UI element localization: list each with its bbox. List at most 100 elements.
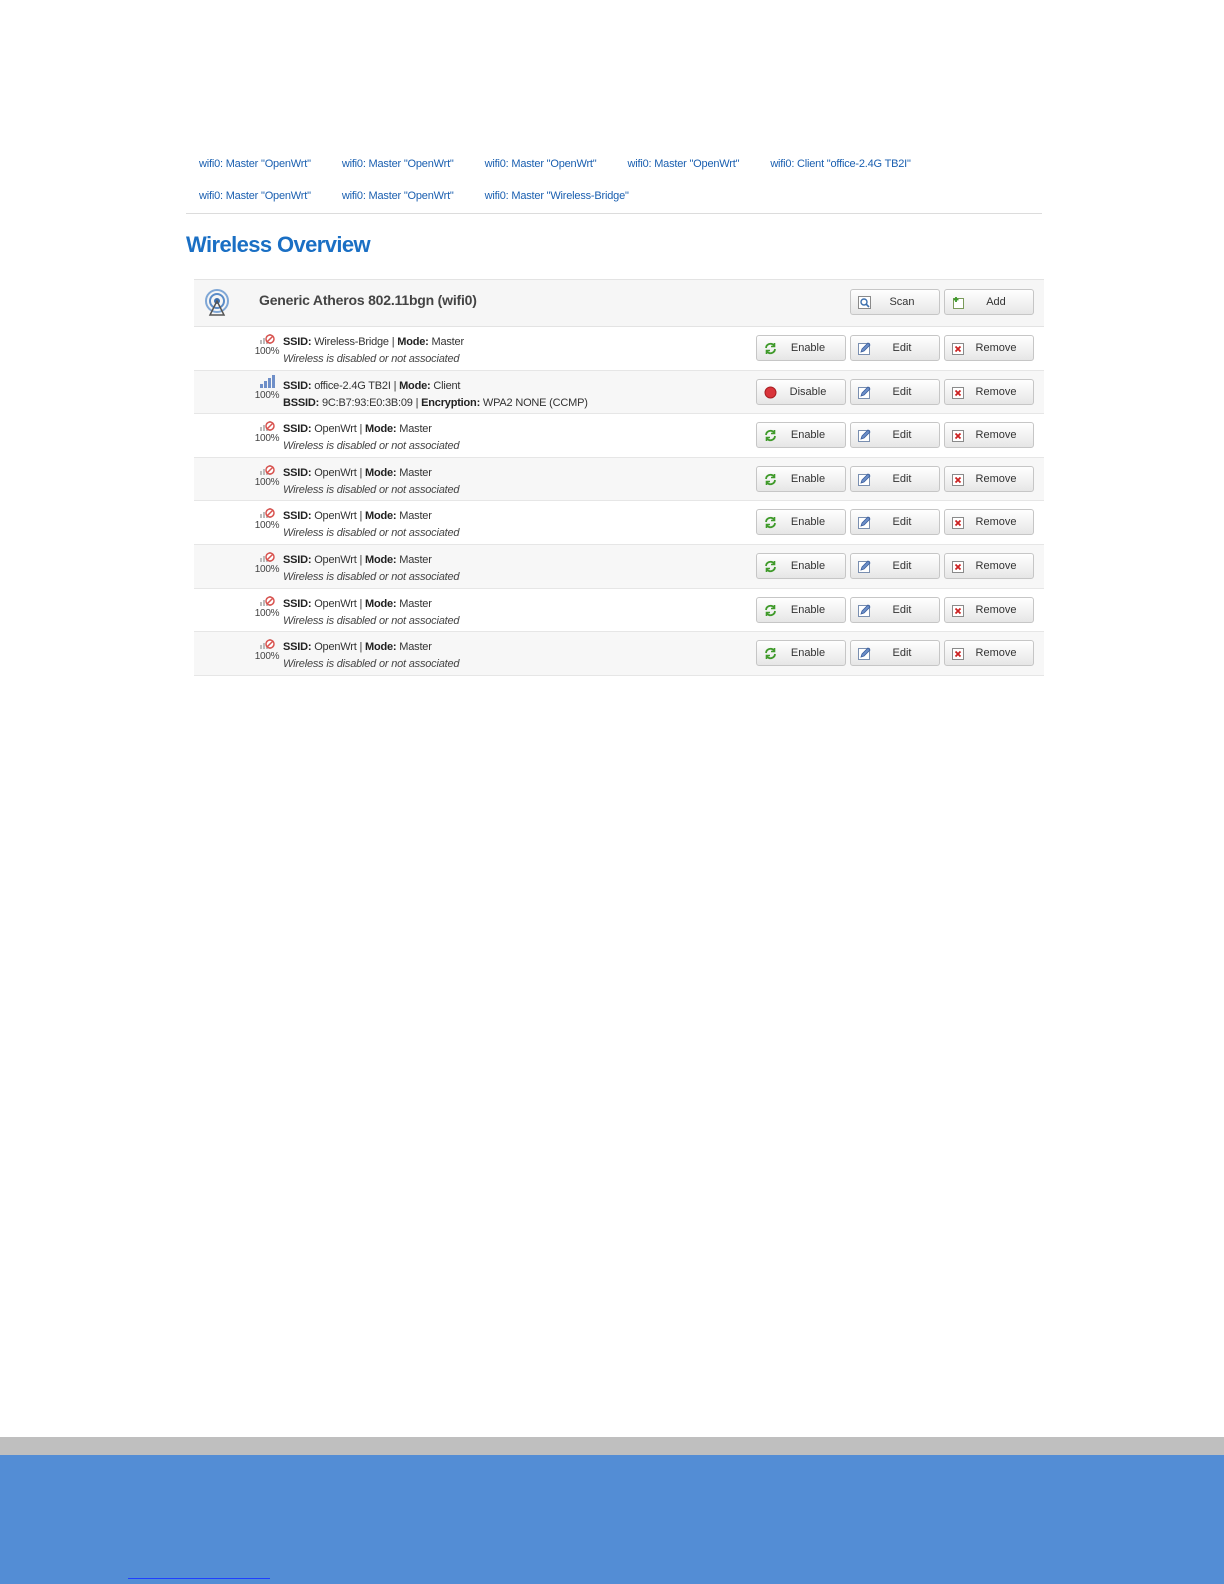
edit-button[interactable]: Edit (850, 378, 940, 405)
network-line-2: BSSID: 9C:B7:93:E0:3B:09 | Encryption: W… (283, 395, 588, 412)
enable-icon (765, 560, 776, 573)
mode-label: Mode: (365, 510, 397, 523)
edit-button[interactable]: Edit (850, 422, 940, 449)
ssid-value: OpenWrt (314, 423, 357, 436)
mode-label: Mode: (365, 641, 397, 654)
enable-button[interactable]: Enable (756, 596, 846, 623)
edit-button[interactable]: Edit (850, 596, 940, 623)
signal-indicator: 100% (252, 374, 282, 401)
edit-button[interactable]: Edit (850, 552, 940, 579)
edit-icon (858, 516, 871, 530)
signal-indicator: 100% (252, 593, 282, 619)
signal-indicator: 100% (252, 331, 282, 357)
enable-button[interactable]: Enable (756, 465, 846, 492)
network-tab-links: wifi0: Master "OpenWrt" wifi0: Master "O… (186, 148, 1042, 214)
remove-button[interactable]: Remove (944, 640, 1034, 667)
network-tab-link[interactable]: wifi0: Master "OpenWrt" (627, 158, 739, 170)
network-line-2: Wireless is disabled or not associated (283, 569, 460, 586)
network-actions: Enable Edit Remove (756, 509, 1034, 536)
network-line-1: SSID: OpenWrt | Mode: Master (283, 465, 459, 482)
remove-button[interactable]: Remove (944, 465, 1034, 492)
network-status: Wireless is disabled or not associated (283, 440, 460, 453)
enable-button[interactable]: Enable (756, 552, 846, 579)
network-line-2: Wireless is disabled or not associated (283, 351, 464, 368)
footer-link-underline[interactable] (128, 1578, 270, 1579)
wireless-overview-table: Generic Atheros 802.11bgn (wifi0) Scan A… (194, 279, 1044, 676)
signal-percent: 100% (254, 563, 280, 575)
network-line-1: SSID: office-2.4G TB2I | Mode: Client (283, 378, 588, 395)
remove-button[interactable]: Remove (944, 509, 1034, 536)
disable-button[interactable]: Disable (756, 378, 846, 405)
network-actions: Disable Edit Remove (756, 378, 1034, 405)
edit-icon (858, 647, 871, 661)
remove-button[interactable]: Remove (944, 378, 1034, 405)
network-info: SSID: OpenWrt | Mode: Master Wireless is … (283, 465, 460, 499)
network-row: 100% SSID: OpenWrt | Mode: Master Wireless… (194, 414, 1044, 458)
ssid-label: SSID: (283, 336, 312, 348)
signal-percent: 100% (254, 651, 280, 663)
ssid-value: OpenWrt (314, 466, 357, 479)
radio-device-name: Generic Atheros 802.11bgn (wifi0) (259, 292, 477, 308)
network-info: SSID: office-2.4G TB2I | Mode: Client BSS… (283, 378, 588, 412)
scan-button[interactable]: Scan (850, 289, 940, 315)
mode-label: Mode: (399, 379, 431, 392)
remove-icon (952, 560, 964, 573)
network-tab-link[interactable]: wifi0: Master "OpenWrt" (199, 190, 311, 202)
remove-button[interactable]: Remove (944, 596, 1034, 623)
signal-percent: 100% (254, 433, 280, 445)
separator: | (359, 641, 363, 654)
network-tab-link[interactable]: wifi0: Master "OpenWrt" (342, 190, 454, 202)
edit-button[interactable]: Edit (850, 335, 940, 361)
remove-button[interactable]: Remove (944, 335, 1034, 361)
ssid-value: OpenWrt (314, 553, 357, 566)
enable-button[interactable]: Enable (756, 640, 846, 667)
network-line-1: SSID: OpenWrt | Mode: Master (283, 596, 459, 613)
ssid-label: SSID: (283, 597, 312, 610)
network-tab-link[interactable]: wifi0: Master "OpenWrt" (485, 158, 597, 170)
mode-label: Mode: (365, 466, 397, 479)
enable-button[interactable]: Enable (756, 422, 846, 449)
network-info: SSID: Wireless-Bridge | Mode: Master Wire… (283, 334, 464, 368)
network-tab-link[interactable]: wifi0: Master "OpenWrt" (199, 158, 311, 170)
add-button[interactable]: Add (944, 289, 1034, 315)
enable-button[interactable]: Enable (756, 509, 846, 536)
network-row: 100% SSID: OpenWrt | Mode: Master Wireless… (194, 544, 1044, 589)
signal-indicator: 100% (252, 636, 282, 662)
remove-button[interactable]: Remove (944, 552, 1034, 579)
network-actions: Enable Edit Remove (756, 552, 1034, 579)
mode-label: Mode: (365, 423, 397, 436)
network-tab-link[interactable]: wifi0: Client "office-2.4G TB2I" (770, 158, 911, 170)
mode-value: Master (431, 336, 464, 348)
edit-button[interactable]: Edit (850, 509, 940, 536)
separator: | (393, 379, 397, 392)
remove-button[interactable]: Remove (944, 422, 1034, 449)
network-tab-link[interactable]: wifi0: Master "Wireless-Bridge" (485, 190, 629, 202)
mode-value: Client (433, 379, 461, 392)
ssid-value: Wireless-Bridge (314, 336, 389, 348)
ssid-value: OpenWrt (314, 641, 357, 654)
footer-gray-band (0, 1437, 1224, 1455)
separator: | (359, 597, 363, 610)
signal-indicator: 100% (252, 462, 282, 488)
signal-percent: 100% (254, 476, 280, 488)
network-status: Wireless is disabled or not associated (283, 483, 460, 496)
edit-button[interactable]: Edit (850, 640, 940, 667)
signal-percent: 100% (254, 389, 280, 401)
enable-button[interactable]: Enable (756, 335, 846, 361)
remove-icon (952, 386, 964, 399)
edit-icon (858, 603, 871, 617)
separator: | (359, 423, 363, 436)
page-title: Wireless Overview (186, 232, 371, 257)
enable-icon (765, 648, 776, 660)
network-actions: Enable Edit Remove (756, 335, 1034, 361)
network-tab-link[interactable]: wifi0: Master "OpenWrt" (342, 158, 454, 170)
signal-indicator: 100% (252, 418, 282, 444)
add-icon (953, 297, 964, 309)
edit-button[interactable]: Edit (850, 465, 940, 492)
network-status: Wireless is disabled or not associated (283, 353, 460, 365)
separator: | (359, 466, 363, 479)
remove-icon (952, 648, 964, 661)
ssid-label: SSID: (283, 466, 312, 479)
edit-icon (858, 473, 871, 486)
network-line-1: SSID: Wireless-Bridge | Mode: Master (283, 334, 464, 351)
